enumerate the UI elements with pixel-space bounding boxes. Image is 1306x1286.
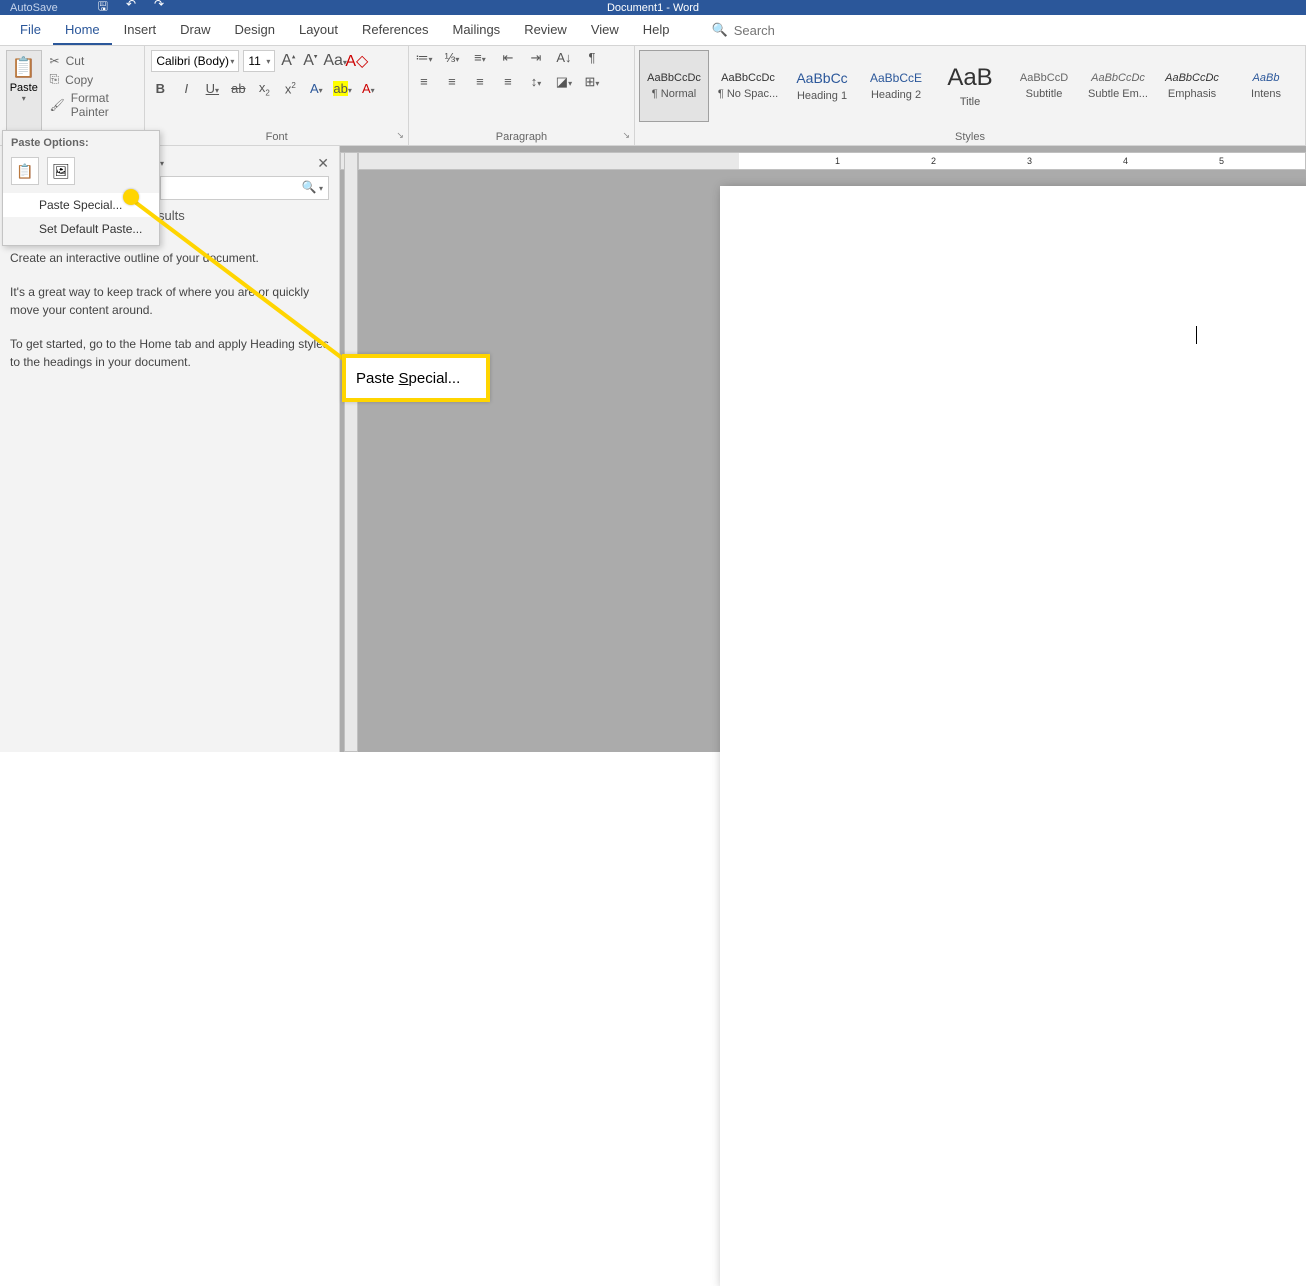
search-input[interactable]: [728, 23, 928, 38]
tab-help[interactable]: Help: [631, 15, 682, 45]
decrease-indent-button[interactable]: ⇤: [499, 50, 517, 66]
align-right-button[interactable]: ≡: [471, 74, 489, 90]
justify-button[interactable]: ≡: [499, 74, 517, 90]
paste-dropdown-icon[interactable]: ▾: [22, 94, 26, 103]
set-default-paste-menu-item[interactable]: Set Default Paste...: [3, 217, 159, 241]
bullets-button[interactable]: ≔▾: [415, 50, 433, 66]
nav-close-button[interactable]: ✕: [317, 155, 329, 172]
style-subtle-em---[interactable]: AaBbCcDcSubtle Em...: [1083, 50, 1153, 122]
font-dialog-launcher-icon[interactable]: ↘: [396, 130, 404, 141]
paste-label: Paste: [10, 82, 38, 94]
tab-draw[interactable]: Draw: [168, 15, 222, 45]
tab-home[interactable]: Home: [53, 15, 112, 45]
tab-design[interactable]: Design: [223, 15, 287, 45]
numbering-button[interactable]: ⅓▾: [443, 50, 461, 66]
copy-button[interactable]: ⎘Copy: [50, 72, 139, 87]
decrease-font-icon[interactable]: A▾: [301, 52, 319, 70]
cut-button[interactable]: ✂Cut: [50, 54, 139, 68]
tab-mailings[interactable]: Mailings: [441, 15, 513, 45]
strikethrough-button[interactable]: ab: [229, 81, 247, 96]
style-heading-2[interactable]: AaBbCcEHeading 2: [861, 50, 931, 122]
tab-review[interactable]: Review: [512, 15, 579, 45]
bold-button[interactable]: B: [151, 81, 169, 96]
paste-options-header: Paste Options:: [3, 131, 159, 153]
font-group-label: Font: [145, 131, 408, 143]
font-group: Calibri (Body)▾ 11▾ A▴ A▾ Aa▾ A◇ B I U▾ …: [145, 46, 409, 145]
search-icon: 🔍: [712, 22, 728, 38]
align-center-button[interactable]: ≡: [443, 74, 461, 90]
subscript-button[interactable]: x2: [255, 80, 273, 98]
paragraph-group: ≔▾ ⅓▾ ≡▾ ⇤ ⇥ A↓ ¶ ≡ ≡ ≡ ≡ ↕▾ ◪▾ ⊞▾ Parag…: [409, 46, 635, 145]
show-hide-button[interactable]: ¶: [583, 50, 601, 66]
ribbon: 📋 Paste ▾ ✂Cut ⎘Copy 🖌Format Painter Cal…: [0, 46, 1306, 146]
clipboard-icon: 📋: [11, 55, 36, 80]
document-area: L 12345: [340, 146, 1306, 752]
tab-insert[interactable]: Insert: [112, 15, 169, 45]
style---normal[interactable]: AaBbCcDc¶ Normal: [639, 50, 709, 122]
nav-search-icon[interactable]: 🔍 ▾: [302, 180, 323, 194]
text-effects-button[interactable]: A▾: [307, 81, 325, 96]
italic-button[interactable]: I: [177, 81, 195, 96]
styles-group-label: Styles: [635, 131, 1305, 143]
copy-icon: ⎘: [50, 72, 60, 87]
align-left-button[interactable]: ≡: [415, 74, 433, 90]
nav-dropdown-icon[interactable]: ▾: [160, 159, 164, 168]
underline-button[interactable]: U▾: [203, 81, 221, 96]
paste-options-menu: Paste Options: 📋 🖼 Paste Special... Set …: [2, 130, 160, 246]
tab-view[interactable]: View: [579, 15, 631, 45]
annotation-dot: [123, 189, 139, 205]
styles-group: AaBbCcDc¶ NormalAaBbCcDc¶ No Spac...AaBb…: [635, 46, 1306, 145]
superscript-button[interactable]: x2: [281, 81, 299, 96]
style---no-spac---[interactable]: AaBbCcDc¶ No Spac...: [713, 50, 783, 122]
vertical-ruler[interactable]: [344, 152, 358, 752]
increase-indent-button[interactable]: ⇥: [527, 50, 545, 66]
keep-source-formatting-icon[interactable]: 📋: [11, 157, 39, 185]
sort-button[interactable]: A↓: [555, 50, 573, 66]
style-heading-1[interactable]: AaBbCcHeading 1: [787, 50, 857, 122]
document-page[interactable]: [720, 186, 1306, 1286]
highlight-button[interactable]: ab▾: [333, 81, 351, 96]
nav-help-text-3: To get started, go to the Home tab and a…: [10, 335, 329, 371]
font-name-select[interactable]: Calibri (Body)▾: [151, 50, 239, 72]
text-cursor: [1196, 326, 1197, 344]
horizontal-ruler[interactable]: 12345: [358, 152, 1306, 170]
font-color-button[interactable]: A▾: [359, 81, 377, 96]
nav-help-text-1: Create an interactive outline of your do…: [10, 249, 329, 267]
ribbon-tabs: File Home Insert Draw Design Layout Refe…: [0, 15, 1306, 46]
scissors-icon: ✂: [50, 54, 60, 68]
autosave-toggle[interactable]: AutoSave: [10, 2, 58, 14]
multilevel-button[interactable]: ≡▾: [471, 50, 489, 66]
shading-button[interactable]: ◪▾: [555, 74, 573, 90]
brush-icon: 🖌: [50, 98, 65, 112]
tab-file[interactable]: File: [8, 15, 53, 45]
paste-picture-icon[interactable]: 🖼: [47, 157, 75, 185]
style-subtitle[interactable]: AaBbCcDSubtitle: [1009, 50, 1079, 122]
tab-layout[interactable]: Layout: [287, 15, 350, 45]
title-bar: AutoSave 🖫 ↶ ↷ Document1 - Word: [0, 0, 1306, 15]
increase-font-icon[interactable]: A▴: [279, 52, 297, 70]
style-title[interactable]: AaBTitle: [935, 50, 1005, 122]
annotation-callout: Paste Special...: [342, 354, 490, 402]
document-title: Document1 - Word: [607, 0, 699, 15]
font-size-select[interactable]: 11▾: [243, 50, 275, 72]
style-intens[interactable]: AaBbIntens: [1231, 50, 1301, 122]
style-emphasis[interactable]: AaBbCcDcEmphasis: [1157, 50, 1227, 122]
borders-button[interactable]: ⊞▾: [583, 74, 601, 90]
tab-references[interactable]: References: [350, 15, 440, 45]
clear-formatting-icon[interactable]: A◇: [345, 51, 363, 71]
paragraph-dialog-launcher-icon[interactable]: ↘: [622, 130, 630, 141]
format-painter-button[interactable]: 🖌Format Painter: [50, 91, 139, 119]
line-spacing-button[interactable]: ↕▾: [527, 74, 545, 90]
paragraph-group-label: Paragraph: [409, 131, 634, 143]
change-case-icon[interactable]: Aa▾: [323, 52, 341, 70]
